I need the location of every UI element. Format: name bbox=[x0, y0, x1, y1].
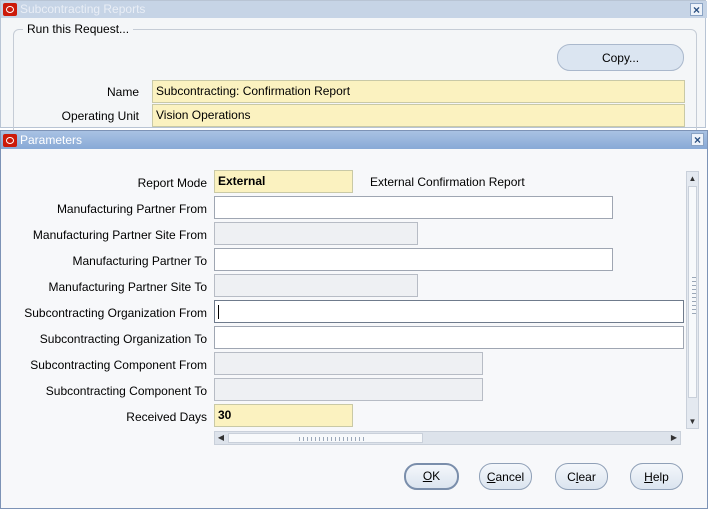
scroll-grip-icon bbox=[692, 277, 696, 317]
vertical-scrollbar[interactable]: ▲ ▼ bbox=[686, 171, 699, 429]
name-field[interactable]: Subcontracting: Confirmation Report bbox=[152, 80, 685, 103]
clear-button[interactable]: Clear bbox=[555, 463, 608, 490]
horizontal-scrollbar[interactable]: ◀ ▶ bbox=[214, 431, 681, 445]
dialog-titlebar: Parameters × bbox=[1, 131, 707, 149]
window-titlebar: Subcontracting Reports × bbox=[1, 1, 707, 18]
subcon-component-to-label: Subcontracting Component To bbox=[45, 384, 207, 398]
operating-unit-label: Operating Unit bbox=[61, 109, 139, 123]
subcon-org-from-label: Subcontracting Organization From bbox=[24, 306, 207, 320]
scroll-down-icon[interactable]: ▼ bbox=[687, 416, 698, 427]
copy-button[interactable]: Copy... bbox=[557, 44, 684, 71]
dialog-title: Parameters bbox=[20, 133, 83, 147]
scroll-right-icon[interactable]: ▶ bbox=[668, 432, 680, 444]
subcon-org-to-label: Subcontracting Organization To bbox=[39, 332, 207, 346]
operating-unit-field[interactable]: Vision Operations bbox=[152, 104, 685, 127]
subcon-component-from-field bbox=[214, 352, 483, 375]
vertical-scroll-thumb[interactable] bbox=[688, 186, 697, 398]
mfg-partner-to-label: Manufacturing Partner To bbox=[72, 254, 207, 268]
dialog-close-icon[interactable]: × bbox=[691, 133, 704, 146]
window-title: Subcontracting Reports bbox=[20, 2, 146, 16]
mfg-partner-from-label: Manufacturing Partner From bbox=[56, 202, 207, 216]
subcon-component-to-field bbox=[214, 378, 483, 401]
received-days-field[interactable]: 30 bbox=[214, 404, 353, 427]
subcon-org-to-field[interactable] bbox=[214, 326, 684, 349]
subcontracting-reports-window: Subcontracting Reports × Run this Reques… bbox=[0, 0, 707, 139]
report-mode-label: Report Mode bbox=[137, 176, 207, 190]
scroll-up-icon[interactable]: ▲ bbox=[687, 173, 698, 184]
mfg-partner-site-from-field bbox=[214, 222, 418, 245]
mfg-partner-to-field[interactable] bbox=[214, 248, 613, 271]
run-request-group-label: Run this Request... bbox=[23, 22, 134, 36]
scroll-left-icon[interactable]: ◀ bbox=[215, 432, 227, 444]
horizontal-scroll-thumb[interactable] bbox=[228, 433, 423, 443]
scroll-grip-icon bbox=[299, 437, 365, 441]
report-mode-field[interactable]: External bbox=[214, 170, 353, 193]
report-mode-description: External Confirmation Report bbox=[370, 175, 525, 189]
text-cursor bbox=[218, 304, 219, 319]
mfg-partner-site-to-field bbox=[214, 274, 418, 297]
oracle-logo-icon bbox=[3, 3, 17, 16]
cancel-button[interactable]: Cancel bbox=[479, 463, 532, 490]
mfg-partner-from-field[interactable] bbox=[214, 196, 613, 219]
subcon-org-from-field[interactable] bbox=[214, 300, 684, 323]
oracle-logo-icon bbox=[3, 134, 17, 147]
mfg-partner-site-to-label: Manufacturing Partner Site To bbox=[48, 280, 207, 294]
subcon-component-from-label: Subcontracting Component From bbox=[30, 358, 207, 372]
received-days-label: Received Days bbox=[126, 410, 207, 424]
window-close-icon[interactable]: × bbox=[690, 3, 703, 16]
ok-button[interactable]: OK bbox=[404, 463, 459, 490]
name-label: Name bbox=[106, 85, 139, 99]
mfg-partner-site-from-label: Manufacturing Partner Site From bbox=[32, 228, 207, 242]
parameters-dialog: Parameters × Report Mode External Extern… bbox=[0, 130, 708, 509]
help-button[interactable]: Help bbox=[630, 463, 683, 490]
